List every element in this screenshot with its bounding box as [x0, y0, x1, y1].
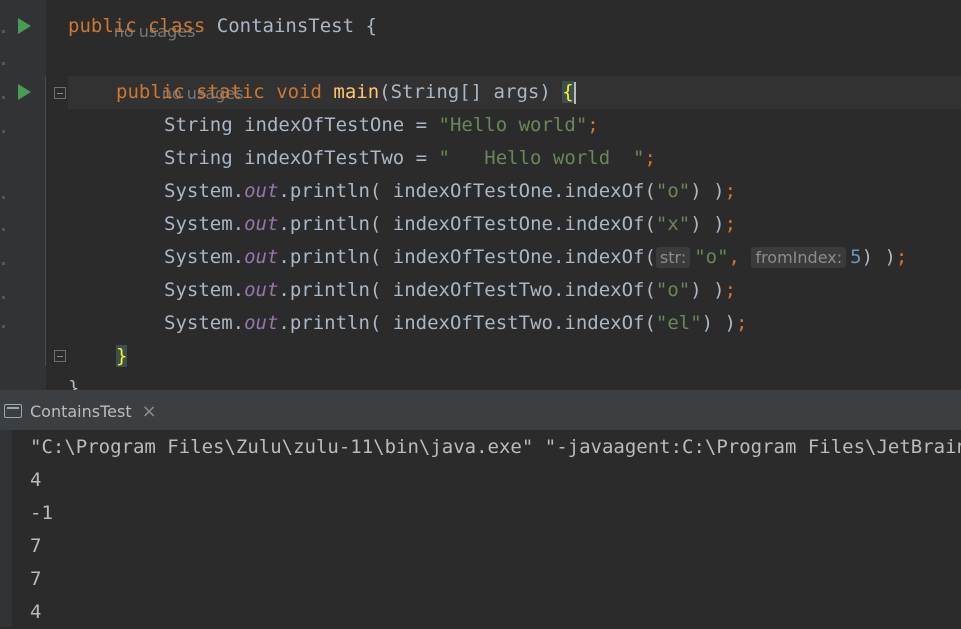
- gutter-mark: [2, 62, 5, 65]
- code-text: System.: [164, 180, 245, 202]
- code-text: .println( indexOfTestTwo.indexOf(: [278, 279, 656, 301]
- console-output-line: 7: [30, 535, 42, 557]
- comma: ,: [728, 246, 740, 268]
- code-line-6: System.out.println( indexOfTestOne.index…: [164, 208, 736, 241]
- code-text: .println( indexOfTestOne.indexOf(: [278, 213, 656, 235]
- code-line-7: System.out.println( indexOfTestOne.index…: [164, 241, 907, 274]
- gutter-mark: [2, 30, 5, 33]
- gutter-mark: [2, 228, 5, 231]
- semicolon: ;: [587, 114, 599, 136]
- keyword-class: class: [148, 15, 206, 37]
- code-lens-method[interactable]: no usages: [116, 44, 244, 103]
- fold-method-icon[interactable]: [54, 87, 66, 99]
- gutter-mark: [2, 96, 5, 99]
- run-tool-window-header: ContainsTest ×: [0, 392, 961, 431]
- line-gutter: [0, 0, 46, 390]
- code-text: ) ): [861, 246, 896, 268]
- method-name: main: [333, 81, 380, 103]
- console-output-line: -1: [30, 502, 53, 524]
- code-text: ) ): [701, 312, 736, 334]
- keyword-void: void: [276, 81, 322, 103]
- method-params: (String[] args): [379, 81, 563, 103]
- semicolon: ;: [724, 213, 737, 235]
- string-literal: "o": [655, 279, 691, 301]
- fold-gutter: [46, 0, 68, 390]
- string-literal: "o": [694, 246, 729, 268]
- gutter-mark: [2, 130, 5, 133]
- keyword-static: static: [196, 81, 265, 103]
- declaration: String indexOfTestTwo =: [164, 147, 439, 169]
- parameter-hint-fromindex: fromIndex:: [751, 247, 847, 268]
- text-cursor: [573, 81, 576, 104]
- console-gutter: [0, 430, 12, 627]
- code-line-class-close: }: [68, 372, 79, 390]
- fold-end-icon[interactable]: [54, 350, 66, 362]
- gutter-mark: [2, 262, 5, 265]
- string-literal: "o": [655, 180, 691, 202]
- static-field: out: [244, 213, 279, 235]
- code-line-class: public class ContainsTest {: [68, 10, 377, 43]
- brace: }: [68, 377, 80, 390]
- console-output-line: 4: [30, 601, 42, 623]
- brace: {: [365, 15, 377, 37]
- gutter-mark: [2, 196, 5, 199]
- matched-brace-close: }: [116, 345, 128, 367]
- code-text: .println( indexOfTestTwo.indexOf(: [278, 312, 656, 334]
- code-text: System.: [164, 246, 245, 268]
- gutter-mark: [2, 325, 5, 328]
- fold-guide-line: [45, 76, 46, 366]
- static-field: out: [244, 312, 279, 334]
- run-tab-label: ContainsTest: [30, 401, 132, 421]
- keyword-public: public: [68, 15, 137, 37]
- code-text: System.: [164, 213, 245, 235]
- static-field: out: [244, 246, 279, 268]
- string-literal: "Hello world": [438, 114, 588, 136]
- parameter-hint-str: str:: [655, 247, 691, 268]
- declaration: String indexOfTestOne =: [164, 114, 439, 136]
- run-main-icon[interactable]: [18, 84, 31, 100]
- code-text: ) ): [690, 180, 725, 202]
- close-icon[interactable]: ×: [142, 401, 157, 422]
- run-tab-containstest[interactable]: ContainsTest ×: [0, 392, 169, 430]
- code-line-4: String indexOfTestTwo = " Hello world ";: [164, 142, 656, 175]
- semicolon: ;: [724, 279, 737, 301]
- code-editor[interactable]: no usages public class ContainsTest { no…: [0, 0, 961, 390]
- static-field: out: [244, 279, 279, 301]
- string-literal: " Hello world ": [438, 147, 645, 169]
- keyword-public: public: [116, 81, 185, 103]
- run-class-icon[interactable]: [18, 18, 31, 34]
- class-name: ContainsTest: [216, 15, 355, 37]
- code-text: ) ): [690, 279, 725, 301]
- code-text: ) ): [690, 213, 725, 235]
- console-output-line: 7: [30, 568, 42, 590]
- code-line-3: String indexOfTestOne = "Hello world";: [164, 109, 599, 142]
- code-text: .println( indexOfTestOne.indexOf(: [278, 246, 656, 268]
- console-output-line: 4: [30, 469, 42, 491]
- semicolon: ;: [736, 312, 748, 334]
- run-console[interactable]: "C:\Program Files\Zulu\zulu-11\bin\java.…: [0, 430, 961, 627]
- string-literal: "x": [655, 213, 691, 235]
- matched-brace-open: {: [562, 81, 574, 103]
- console-command-line: "C:\Program Files\Zulu\zulu-11\bin\java.…: [30, 436, 961, 458]
- code-line-9: System.out.println( indexOfTestTwo.index…: [164, 307, 747, 340]
- number-literal: 5: [850, 246, 862, 268]
- static-field: out: [244, 180, 279, 202]
- code-text: System.: [164, 312, 245, 334]
- code-line-close: }: [116, 340, 128, 373]
- semicolon: ;: [644, 147, 656, 169]
- gutter-mark: [2, 296, 5, 299]
- code-text: System.: [164, 279, 245, 301]
- string-literal: "el": [655, 312, 702, 334]
- code-line-main: public static void main(String[] args) {: [116, 76, 576, 109]
- code-text: .println( indexOfTestOne.indexOf(: [278, 180, 656, 202]
- console-icon: [4, 404, 22, 418]
- code-line-8: System.out.println( indexOfTestTwo.index…: [164, 274, 736, 307]
- semicolon: ;: [724, 180, 737, 202]
- code-line-5: System.out.println( indexOfTestOne.index…: [164, 175, 736, 208]
- semicolon: ;: [895, 246, 908, 268]
